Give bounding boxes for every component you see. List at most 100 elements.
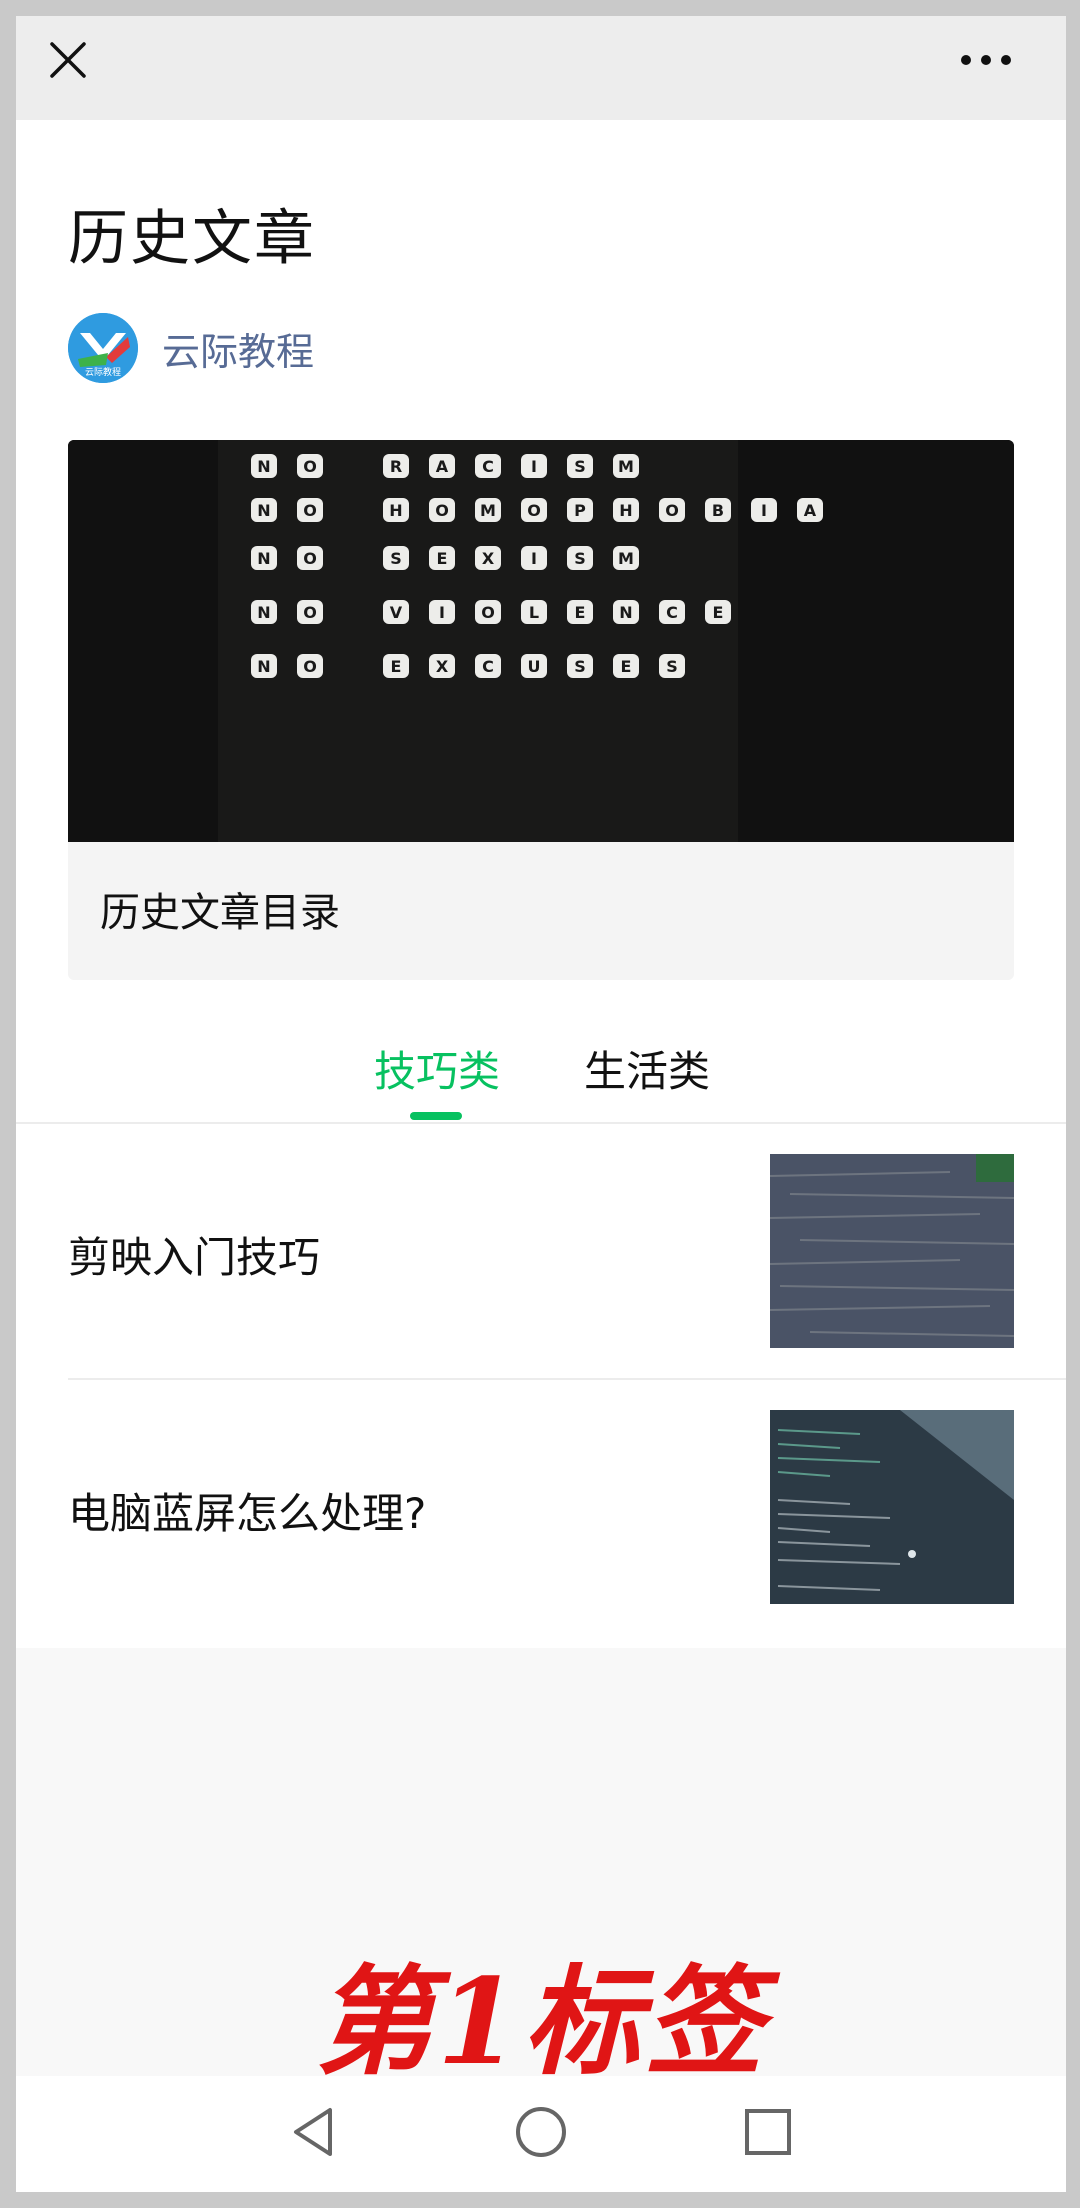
- list-item[interactable]: 剪映入门技巧: [16, 1124, 1066, 1378]
- svg-text:C: C: [666, 603, 678, 622]
- svg-text:P: P: [574, 501, 586, 520]
- active-tab-indicator: [410, 1112, 462, 1120]
- account-row[interactable]: 云际教程 云际教程: [68, 312, 314, 384]
- letter-bead: C: [475, 654, 501, 678]
- letter-bead: B: [705, 498, 731, 522]
- svg-text:R: R: [390, 457, 402, 476]
- letter-bead: O: [475, 600, 501, 624]
- letter-bead: N: [251, 454, 277, 478]
- svg-text:I: I: [531, 549, 537, 568]
- tab-bar: 技巧类 生活类: [16, 1010, 1066, 1124]
- letter-bead: H: [383, 498, 409, 522]
- letter-bead: U: [521, 654, 547, 678]
- svg-text:O: O: [435, 501, 449, 520]
- svg-text:N: N: [257, 657, 270, 676]
- svg-text:U: U: [528, 657, 541, 676]
- svg-text:N: N: [257, 501, 270, 520]
- svg-text:N: N: [257, 549, 270, 568]
- letter-bead: O: [297, 654, 323, 678]
- letter-bead: I: [751, 498, 777, 522]
- svg-text:B: B: [712, 501, 724, 520]
- svg-text:I: I: [761, 501, 767, 520]
- banner-caption: 历史文章目录: [100, 890, 340, 936]
- svg-text:X: X: [436, 657, 449, 676]
- svg-text:L: L: [529, 603, 539, 622]
- letter-bead: E: [567, 600, 593, 624]
- list-item-title: 剪映入门技巧: [68, 1233, 321, 1282]
- letter-bead: M: [613, 546, 639, 570]
- svg-text:E: E: [621, 657, 632, 676]
- svg-text:H: H: [619, 501, 632, 520]
- svg-text:S: S: [574, 549, 586, 568]
- letter-bead: A: [429, 454, 455, 478]
- account-name[interactable]: 云际教程: [162, 321, 314, 376]
- code-screen-thumbnail: [770, 1410, 1014, 1604]
- svg-text:E: E: [391, 657, 402, 676]
- letter-bead: S: [383, 546, 409, 570]
- letter-bead: P: [567, 498, 593, 522]
- letter-bead: I: [521, 546, 547, 570]
- svg-text:O: O: [665, 501, 679, 520]
- svg-text:V: V: [390, 603, 403, 622]
- empty-area: 第1标签: [16, 1648, 1066, 2100]
- list-item-title: 电脑蓝屏怎么处理?: [68, 1489, 427, 1538]
- svg-text:E: E: [575, 603, 586, 622]
- phone-screen: 历史文章 云际教程 云际教程 N O R A C I S M N O H O M O P H O B I A N O S E X…: [16, 16, 1066, 2192]
- svg-text:X: X: [482, 549, 495, 568]
- letter-bead: V: [383, 600, 409, 624]
- svg-text:A: A: [804, 501, 817, 520]
- watermark-text: 第1标签: [314, 1952, 768, 2091]
- back-triangle-icon[interactable]: [278, 2096, 350, 2168]
- letter-bead: R: [383, 454, 409, 478]
- tab-skills[interactable]: 技巧类: [374, 1038, 500, 1099]
- svg-text:M: M: [480, 501, 496, 520]
- letter-bead: C: [659, 600, 685, 624]
- svg-text:O: O: [527, 501, 541, 520]
- banner-card[interactable]: N O R A C I S M N O H O M O P H O B I A N O S E X I S M N O V I O L E N C E N O…: [68, 440, 1014, 980]
- avatar-label: 云际教程: [84, 368, 121, 378]
- tab-life[interactable]: 生活类: [584, 1038, 710, 1099]
- letter-bead: O: [297, 600, 323, 624]
- svg-text:I: I: [531, 457, 537, 476]
- close-icon[interactable]: [42, 34, 94, 86]
- letter-bead: S: [567, 546, 593, 570]
- letter-bead: M: [475, 498, 501, 522]
- svg-text:O: O: [303, 457, 317, 476]
- svg-text:S: S: [574, 657, 586, 676]
- list-item[interactable]: 电脑蓝屏怎么处理?: [16, 1380, 1066, 1634]
- letter-bead: E: [705, 600, 731, 624]
- svg-text:O: O: [481, 603, 495, 622]
- letter-bead: O: [297, 498, 323, 522]
- svg-text:N: N: [619, 603, 632, 622]
- letter-bead: S: [567, 654, 593, 678]
- letter-bead: M: [613, 454, 639, 478]
- home-circle-icon[interactable]: [505, 2096, 577, 2168]
- letter-bead: I: [521, 454, 547, 478]
- letter-bead: O: [659, 498, 685, 522]
- svg-text:O: O: [303, 603, 317, 622]
- banner-image: N O R A C I S M N O H O M O P H O B I A N O S E X I S M N O V I O L E N C E N O…: [68, 440, 1014, 842]
- letter-bead: N: [613, 600, 639, 624]
- svg-text:I: I: [439, 603, 445, 622]
- letter-beads-image: N O R A C I S M N O H O M O P H O B I A N O S E X I S M N O V I O L E N C E N O…: [68, 440, 1014, 842]
- letter-bead: E: [383, 654, 409, 678]
- letter-bead: C: [475, 454, 501, 478]
- svg-text:O: O: [303, 657, 317, 676]
- letter-bead: X: [429, 654, 455, 678]
- recent-square-icon[interactable]: [732, 2096, 804, 2168]
- letter-bead: E: [429, 546, 455, 570]
- svg-text:S: S: [666, 657, 678, 676]
- letter-bead: A: [797, 498, 823, 522]
- top-bar: [16, 16, 1066, 120]
- letter-bead: S: [659, 654, 685, 678]
- svg-text:A: A: [436, 457, 449, 476]
- letter-bead: O: [297, 454, 323, 478]
- svg-text:H: H: [389, 501, 402, 520]
- more-icon[interactable]: [956, 42, 1016, 78]
- svg-text:E: E: [713, 603, 724, 622]
- letter-bead: N: [251, 498, 277, 522]
- letter-bead: L: [521, 600, 547, 624]
- svg-text:O: O: [303, 549, 317, 568]
- avatar: 云际教程: [68, 313, 138, 383]
- letter-bead: E: [613, 654, 639, 678]
